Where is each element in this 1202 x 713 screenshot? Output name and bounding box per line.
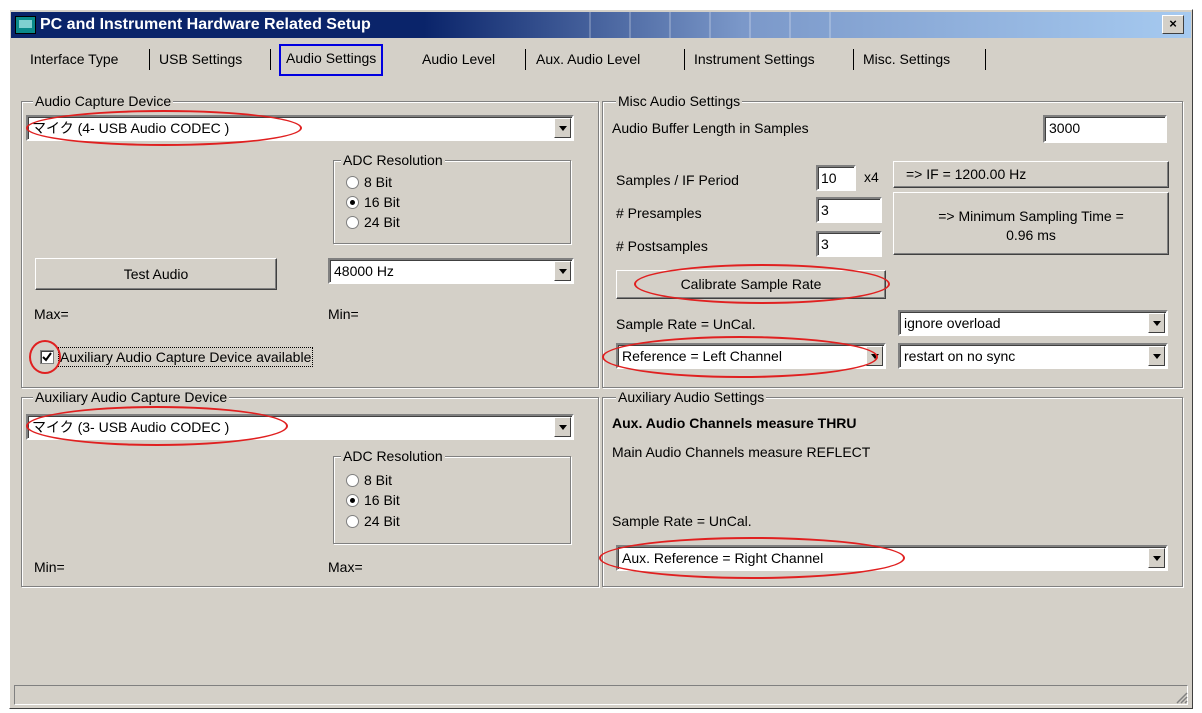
reference-channel-select[interactable]: Reference = Left Channel bbox=[616, 343, 886, 369]
min-sampling-time-display[interactable]: => Minimum Sampling Time = 0.96 ms bbox=[893, 192, 1169, 255]
test-audio-button[interactable]: Test Audio bbox=[35, 258, 277, 290]
aux-capture-device-select[interactable]: マイク (3- USB Audio CODEC ) bbox=[26, 414, 574, 440]
tab-interface-type[interactable]: Interface Type bbox=[25, 47, 123, 73]
overload-select[interactable]: ignore overload bbox=[898, 310, 1168, 336]
close-button[interactable]: × bbox=[1162, 15, 1184, 34]
aux-min-readout: Min= bbox=[34, 559, 65, 575]
adc-24bit-radio[interactable] bbox=[346, 216, 359, 229]
postsamples-label: # Postsamples bbox=[616, 238, 708, 254]
max-readout: Max= bbox=[34, 306, 69, 322]
aux-max-readout: Max= bbox=[328, 559, 363, 575]
status-bar bbox=[14, 685, 1188, 705]
aux-adc-16bit-radio[interactable] bbox=[346, 494, 359, 507]
chevron-down-icon[interactable] bbox=[1148, 548, 1165, 568]
presamples-label: # Presamples bbox=[616, 205, 702, 221]
aux-adc-8bit-label: 8 Bit bbox=[364, 472, 393, 488]
chevron-down-icon[interactable] bbox=[1148, 346, 1165, 366]
samples-period-input[interactable]: 10 bbox=[816, 165, 856, 191]
adc-8bit-label: 8 Bit bbox=[364, 174, 393, 190]
aux-adc-24bit-radio[interactable] bbox=[346, 515, 359, 528]
aux-thru-label: Aux. Audio Channels measure THRU bbox=[612, 415, 857, 431]
main-reflect-label: Main Audio Channels measure REFLECT bbox=[612, 444, 871, 460]
sample-rate-value: 48000 Hz bbox=[334, 263, 394, 279]
samples-period-label: Samples / IF Period bbox=[616, 172, 739, 188]
aux-adc-16bit-label: 16 Bit bbox=[364, 492, 400, 508]
app-icon bbox=[15, 16, 36, 34]
overload-select-value: ignore overload bbox=[904, 315, 1001, 331]
aux-adc-resolution-title: ADC Resolution bbox=[341, 448, 445, 464]
buffer-length-input[interactable]: 3000 bbox=[1043, 115, 1167, 143]
chevron-down-icon[interactable] bbox=[1148, 313, 1165, 333]
aux-sample-rate-status: Sample Rate = UnCal. bbox=[612, 513, 752, 529]
min-readout: Min= bbox=[328, 306, 359, 322]
aux-reference-channel-select[interactable]: Aux. Reference = Right Channel bbox=[616, 545, 1168, 571]
min-sampling-time-line1: => Minimum Sampling Time = bbox=[938, 208, 1124, 224]
sample-rate-select[interactable]: 48000 Hz bbox=[328, 258, 574, 284]
adc-16bit-radio[interactable] bbox=[346, 196, 359, 209]
audio-capture-group bbox=[21, 101, 599, 388]
aux-adc-24bit-label: 24 Bit bbox=[364, 513, 400, 529]
aux-capture-device-value: マイク (3- USB Audio CODEC ) bbox=[32, 419, 230, 435]
multiplier-label: x4 bbox=[864, 169, 879, 185]
adc-24bit-label: 24 Bit bbox=[364, 214, 400, 230]
postsamples-input[interactable]: 3 bbox=[816, 231, 882, 257]
min-sampling-time-line2: 0.96 ms bbox=[1006, 227, 1056, 243]
reference-channel-value: Reference = Left Channel bbox=[622, 348, 782, 364]
misc-audio-group-title: Misc Audio Settings bbox=[616, 93, 743, 109]
aux-reference-channel-value: Aux. Reference = Right Channel bbox=[622, 550, 824, 566]
aux-settings-group-title: Auxiliary Audio Settings bbox=[616, 389, 767, 405]
checkmark-icon bbox=[42, 352, 52, 362]
adc-resolution-title: ADC Resolution bbox=[341, 152, 445, 168]
if-frequency-display[interactable]: => IF = 1200.00 Hz bbox=[893, 161, 1169, 188]
calibrate-sample-rate-button[interactable]: Calibrate Sample Rate bbox=[616, 270, 886, 299]
audio-capture-device-value: マイク (4- USB Audio CODEC ) bbox=[32, 120, 230, 136]
aux-adc-8bit-radio[interactable] bbox=[346, 474, 359, 487]
tab-misc-settings[interactable]: Misc. Settings bbox=[858, 47, 955, 73]
audio-capture-group-title: Audio Capture Device bbox=[33, 93, 174, 109]
adc-16bit-label: 16 Bit bbox=[364, 194, 400, 210]
presamples-input[interactable]: 3 bbox=[816, 197, 882, 223]
tab-audio-level[interactable]: Audio Level bbox=[417, 47, 500, 73]
chevron-down-icon[interactable] bbox=[554, 261, 571, 281]
sync-select-value: restart on no sync bbox=[904, 348, 1016, 364]
adc-8bit-radio[interactable] bbox=[346, 176, 359, 189]
sample-rate-status: Sample Rate = UnCal. bbox=[616, 316, 756, 332]
buffer-length-label: Audio Buffer Length in Samples bbox=[612, 120, 809, 136]
resize-grip-icon[interactable] bbox=[1174, 690, 1188, 704]
audio-capture-device-select[interactable]: マイク (4- USB Audio CODEC ) bbox=[26, 115, 574, 141]
window-title: PC and Instrument Hardware Related Setup bbox=[40, 16, 371, 33]
aux-capture-group-title: Auxiliary Audio Capture Device bbox=[33, 389, 230, 405]
tab-usb-settings[interactable]: USB Settings bbox=[154, 47, 247, 73]
chevron-down-icon[interactable] bbox=[866, 346, 883, 366]
aux-capture-checkbox-label[interactable]: Auxiliary Audio Capture Device available bbox=[58, 347, 314, 367]
chevron-down-icon[interactable] bbox=[554, 118, 571, 138]
tab-aux-audio-level[interactable]: Aux. Audio Level bbox=[531, 47, 645, 73]
aux-capture-checkbox[interactable] bbox=[40, 350, 54, 364]
chevron-down-icon[interactable] bbox=[554, 417, 571, 437]
sync-select[interactable]: restart on no sync bbox=[898, 343, 1168, 369]
tab-audio-settings[interactable]: Audio Settings bbox=[279, 44, 384, 76]
tab-instrument-settings[interactable]: Instrument Settings bbox=[689, 47, 820, 73]
